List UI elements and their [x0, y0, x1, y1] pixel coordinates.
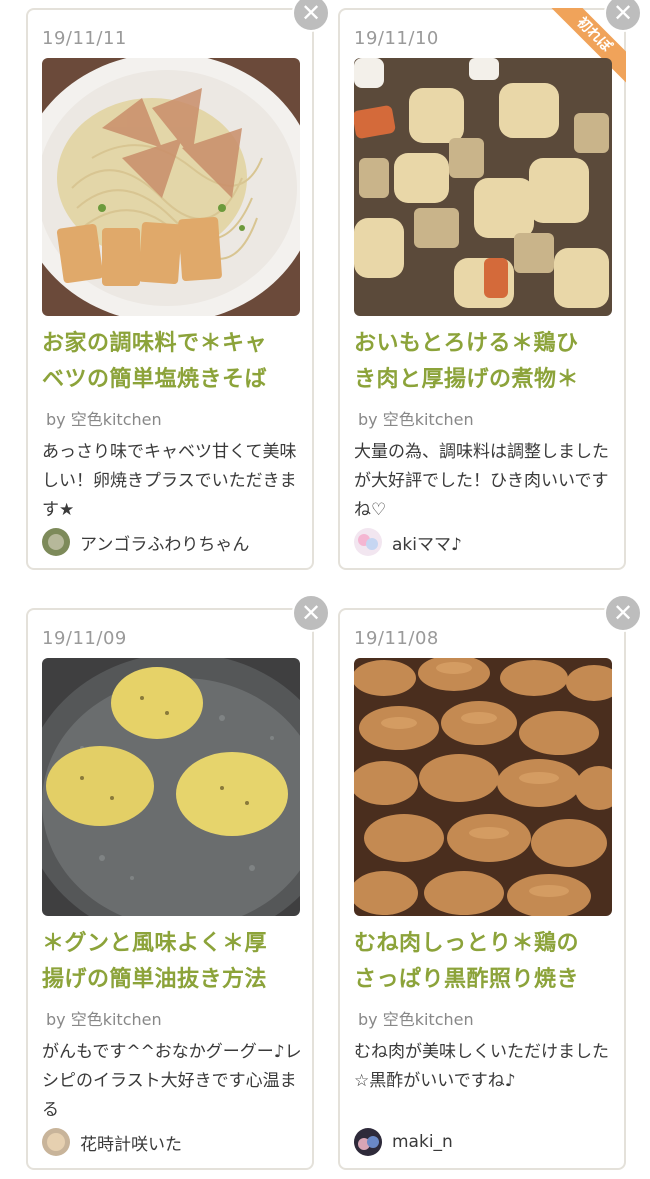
recipe-title[interactable]: むね肉しっとり＊鶏の さっぱり黒酢照り焼き — [354, 926, 616, 998]
reporter[interactable]: 花時計咲いた — [42, 1128, 182, 1156]
close-icon[interactable]: ✕ — [292, 0, 330, 32]
avatar — [354, 1128, 382, 1156]
reporter[interactable]: akiママ♪ — [354, 528, 462, 556]
close-icon[interactable]: ✕ — [292, 594, 330, 632]
ganmo-pan-photo[interactable] — [42, 658, 300, 916]
reporter-name: akiママ♪ — [392, 534, 462, 555]
reporter[interactable]: maki_n — [354, 1128, 453, 1156]
avatar — [42, 528, 70, 556]
recipe-title[interactable]: お家の調味料で＊キャ ベツの簡単塩焼きそば — [42, 326, 304, 398]
nimono-photo[interactable] — [354, 58, 612, 316]
recipe-card[interactable]: 19/11/09 ＊グンと風味よく＊厚 揚げの簡単油抜き方法 by 空色kitc… — [26, 608, 314, 1170]
yakisoba-photo[interactable] — [42, 58, 300, 316]
report-comment: あっさり味でキャベツ甘くて美味しい！卵焼きプラスでいただきます★ — [42, 442, 297, 520]
chicken-photo[interactable] — [354, 658, 612, 916]
recipe-card[interactable]: 19/11/11 お家の調味料で＊キャ ベツの簡単塩焼きそば by 空色kitc… — [26, 8, 314, 570]
author-byline[interactable]: by 空色kitchen — [46, 406, 162, 430]
reporter-name: アンゴラふわりちゃん — [80, 534, 250, 555]
reporter[interactable]: アンゴラふわりちゃん — [42, 528, 249, 556]
report-comment: むね肉が美味しくいただけました☆黒酢がいいですね♪ — [354, 1042, 609, 1091]
report-comment: 大量の為、調味料は調整しましたが大好評でした！ひき肉いいですね♡ — [354, 442, 609, 520]
report-comment: がんもです^^おなかグーグー♪レシピのイラスト大好きです心温まる — [42, 1042, 302, 1120]
tsukurepo-grid: 19/11/11 お家の調味料で＊キャ ベツの簡単塩焼きそば by 空色kitc… — [0, 0, 650, 1179]
close-icon[interactable]: ✕ — [604, 0, 642, 32]
card-date: 19/11/10 — [354, 28, 439, 49]
card-date: 19/11/09 — [42, 628, 127, 649]
recipe-card[interactable]: 19/11/08 むね肉しっとり＊鶏の さっぱり黒酢照り焼き by 空色kitc… — [338, 608, 626, 1170]
recipe-title[interactable]: おいもとろける＊鶏ひ き肉と厚揚げの煮物＊ — [354, 326, 616, 398]
reporter-name: 花時計咲いた — [80, 1134, 182, 1155]
avatar — [354, 528, 382, 556]
card-date: 19/11/11 — [42, 28, 127, 49]
recipe-card[interactable]: 初れぽ 19/11/10 おいもとろける＊鶏ひ き肉と厚揚げの煮物＊ by 空色… — [338, 8, 626, 570]
avatar — [42, 1128, 70, 1156]
recipe-title[interactable]: ＊グンと風味よく＊厚 揚げの簡単油抜き方法 — [42, 926, 304, 998]
author-byline[interactable]: by 空色kitchen — [46, 1006, 162, 1030]
card-date: 19/11/08 — [354, 628, 439, 649]
reporter-name: maki_n — [392, 1132, 453, 1152]
author-byline[interactable]: by 空色kitchen — [358, 406, 474, 430]
close-icon[interactable]: ✕ — [604, 594, 642, 632]
author-byline[interactable]: by 空色kitchen — [358, 1006, 474, 1030]
